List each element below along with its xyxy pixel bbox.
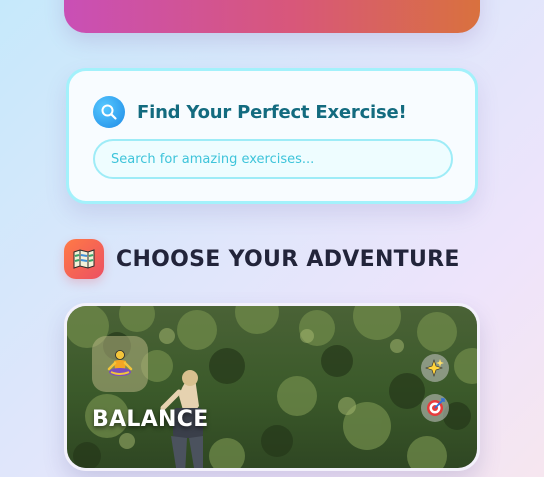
exercise-title: BALANCE: [92, 407, 209, 432]
section-title: CHOOSE YOUR ADVENTURE: [116, 246, 460, 272]
search-card: Find Your Perfect Exercise!: [66, 68, 478, 204]
section-header: CHOOSE YOUR ADVENTURE: [64, 239, 460, 279]
exercise-card-balance[interactable]: BALANCE: [64, 303, 480, 471]
search-input[interactable]: [93, 139, 453, 179]
featured-card[interactable]: [64, 0, 480, 33]
search-title: Find Your Perfect Exercise!: [137, 101, 407, 123]
meditation-icon: [92, 336, 148, 392]
sparkles-icon: [421, 354, 449, 382]
target-icon: [421, 394, 449, 422]
search-icon: [93, 96, 125, 128]
search-header: Find Your Perfect Exercise!: [93, 96, 407, 128]
map-icon: [64, 239, 104, 279]
